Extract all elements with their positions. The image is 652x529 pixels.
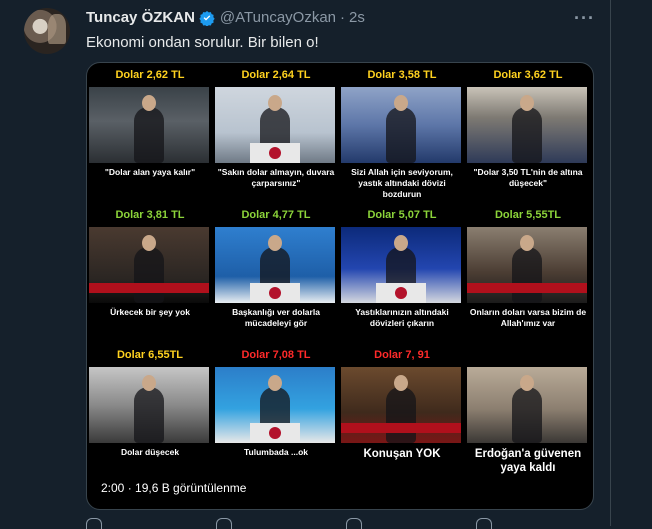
tweet[interactable]: Tuncay ÖZKAN @ATuncayOzkan · 2s ··· Ekon… xyxy=(0,0,611,529)
price-label: Dolar 5,55TL xyxy=(494,209,562,221)
grid-cell-1: Dolar 2,62 TL "Dolar alan yaya kalır" xyxy=(87,63,213,193)
grid-cell-10: Dolar 7,08 TL Tulumbada ...ok xyxy=(213,343,339,473)
photo-erdogan xyxy=(89,227,209,303)
more-options-icon[interactable]: ··· xyxy=(574,8,595,29)
quote-caption: Ürkecek bir şey yok xyxy=(110,307,190,317)
grid-cell-4: Dolar 3,62 TL "Dolar 3,50 TL'nin de altı… xyxy=(465,63,591,193)
price-label: Dolar 2,62 TL xyxy=(115,69,185,81)
photo-erdogan xyxy=(467,227,587,303)
user-handle[interactable]: @ATuncayOzkan xyxy=(220,9,336,26)
price-label: Dolar 3,81 TL xyxy=(115,209,185,221)
photo-erdogan xyxy=(341,227,461,303)
media-video[interactable]: Dolar 2,62 TL "Dolar alan yaya kalır" Do… xyxy=(86,62,594,510)
photo-erdogan xyxy=(215,87,335,163)
grid-cell-7: Dolar 5,07 TL Yastıklarınızın altındaki … xyxy=(339,203,465,333)
photo-erdogan xyxy=(89,367,209,443)
price-label: Dolar 5,07 TL xyxy=(367,209,437,221)
photo-erdogan xyxy=(215,227,335,303)
price-label: Dolar 7,08 TL xyxy=(241,349,311,361)
price-label: Dolar 3,58 TL xyxy=(367,69,437,81)
grid-cell-2: Dolar 2,64 TL "Sakın dolar almayın, duva… xyxy=(213,63,339,193)
photo-erdogan xyxy=(341,87,461,163)
price-label: Dolar 2,64 TL xyxy=(241,69,311,81)
quote-caption: "Sakın dolar almayın, duvara çarparsınız… xyxy=(217,167,335,188)
timestamp[interactable]: 2s xyxy=(349,9,365,26)
retweet-icon[interactable] xyxy=(216,518,232,529)
grid-cell-9: Dolar 6,55TL Dolar düşecek xyxy=(87,343,213,473)
quote-caption: Konuşan YOK xyxy=(363,448,441,460)
video-duration-views: 2:00 · 19,6 B görüntülenme xyxy=(101,481,247,495)
price-label: Dolar 4,77 TL xyxy=(241,209,311,221)
share-icon[interactable] xyxy=(476,518,492,529)
grid-cell-3: Dolar 3,58 TL Sizi Allah için seviyorum,… xyxy=(339,63,465,199)
quote-caption: "Dolar alan yaya kalır" xyxy=(104,167,196,177)
price-label: Dolar 3,62 TL xyxy=(493,69,563,81)
quote-caption: Tulumbada ...ok xyxy=(243,447,309,457)
verified-badge-icon xyxy=(199,10,215,26)
avatar[interactable] xyxy=(24,8,70,54)
reply-icon[interactable] xyxy=(86,518,102,529)
tweet-actions xyxy=(86,514,592,529)
grid-cell-8: Dolar 5,55TL Onların doları varsa bizim … xyxy=(465,203,591,333)
like-icon[interactable] xyxy=(346,518,362,529)
quote-caption: Onların doları varsa bizim de Allah'ımız… xyxy=(469,307,587,328)
grid-cell-5: Dolar 3,81 TL Ürkecek bir şey yok xyxy=(87,203,213,333)
grid-cell-6: Dolar 4,77 TL Başkanlığı ver dolarla müc… xyxy=(213,203,339,333)
quote-caption: Erdoğan'a güvenen yaya kaldı xyxy=(474,448,582,474)
photo-erdogan xyxy=(467,87,587,163)
price-label: Dolar 7, 91 xyxy=(374,349,430,361)
quote-caption: "Dolar 3,50 TL'nin de altına düşecek" xyxy=(473,167,583,188)
display-name[interactable]: Tuncay ÖZKAN xyxy=(86,9,195,26)
quote-caption: Yastıklarınızın altındaki dövizleri çıka… xyxy=(355,307,449,328)
quote-caption: Başkanlığı ver dolarla mücadeleyi gör xyxy=(232,307,320,328)
separator-dot: · xyxy=(340,9,346,26)
grid-cell-12: Erdoğan'a güvenen yaya kaldı xyxy=(465,343,591,474)
tweet-text: Ekonomi ondan sorulur. Bir bilen o! xyxy=(86,34,319,51)
photo-erdogan xyxy=(467,367,587,443)
grid-cell-11: Dolar 7, 91 Konuşan YOK xyxy=(339,343,465,473)
photo-erdogan xyxy=(89,87,209,163)
photo-erdogan xyxy=(341,367,461,443)
photo-erdogan xyxy=(215,367,335,443)
tweet-header: Tuncay ÖZKAN @ATuncayOzkan · 2s xyxy=(86,9,365,26)
quote-caption: Dolar düşecek xyxy=(120,447,180,457)
quote-caption: Sizi Allah için seviyorum, yastık altınd… xyxy=(351,167,453,199)
price-label: Dolar 6,55TL xyxy=(116,349,184,361)
